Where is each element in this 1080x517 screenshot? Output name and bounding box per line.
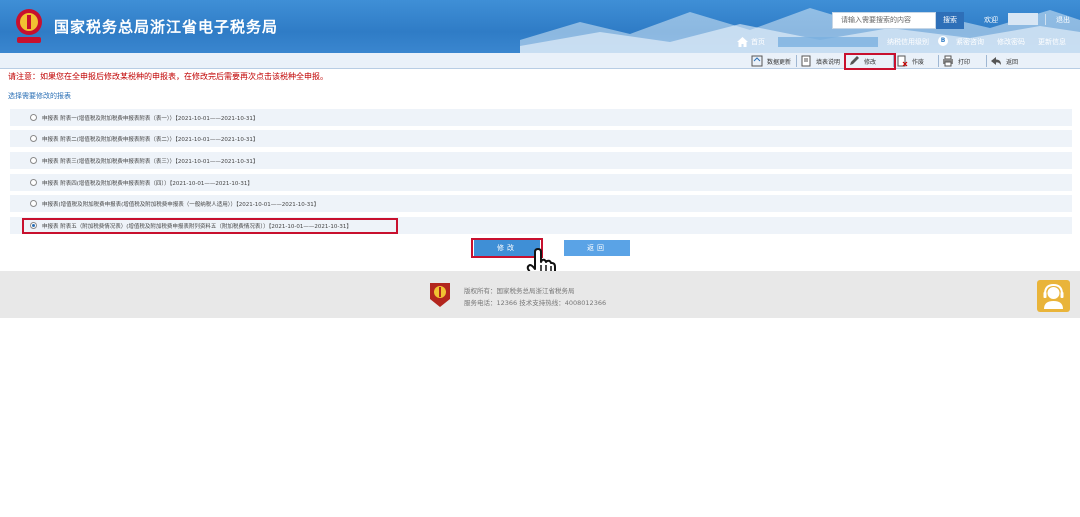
toolbar-void[interactable]: 作废 <box>896 54 924 68</box>
toolbar-label: 作废 <box>912 58 925 66</box>
footer-copyright: 版权所有：国家税务总局浙江省税务局 <box>464 287 575 295</box>
toolbar-label: 填表说明 <box>816 58 841 66</box>
report-row[interactable]: 申报表 附表二(增值税及附加税费申报表附表（表二））【2021-10-01——2… <box>10 130 1072 147</box>
toolbar-back[interactable]: 返回 <box>990 54 1018 68</box>
report-label: 申报表(增值税及附加税费申报表(增值税及附加税费申报表（一般纳税人适用））【20… <box>42 201 320 208</box>
header-banner: 国家税务总局浙江省电子税务局 请输入需要搜索的内容 搜索 欢迎 退出 首页 纳税… <box>0 0 1080 53</box>
search-input[interactable]: 请输入需要搜索的内容 <box>832 12 936 29</box>
footer-service-phone: 服务电话：12366 技术支持热线：4008012366 <box>464 299 607 307</box>
data-update-icon <box>751 55 763 67</box>
search-button[interactable]: 搜索 <box>936 12 964 29</box>
username-redacted <box>1008 13 1038 25</box>
report-radio[interactable] <box>30 114 37 121</box>
report-radio[interactable] <box>30 135 37 142</box>
document-icon <box>801 55 811 67</box>
report-label: 申报表 附表一(增值税及附加税费申报表附表（表一））【2021-10-01——2… <box>42 115 259 122</box>
report-row[interactable]: 申报表 附表一(增值税及附加税费申报表附表（表一））【2021-10-01——2… <box>10 109 1072 126</box>
toolbar-divider <box>938 55 939 67</box>
void-document-icon <box>897 55 908 67</box>
toolbar-label: 打印 <box>958 58 971 66</box>
header-divider <box>1045 14 1046 25</box>
welcome-text: 欢迎 <box>984 16 998 24</box>
modify-tool-highlight <box>844 53 896 70</box>
customer-service-icon[interactable] <box>1037 280 1070 312</box>
report-label: 申报表 附表四(增值税及附加税费申报表附表（四））【2021-10-01——20… <box>42 180 253 187</box>
headset-icon <box>1043 283 1064 309</box>
back-arrow-icon <box>991 57 1001 65</box>
report-radio[interactable] <box>30 179 37 186</box>
toolbar-fill-guide[interactable]: 填表说明 <box>800 54 840 68</box>
report-label: 申报表 附表三(增值税及附加税费申报表附表（表三））【2021-10-01——2… <box>42 158 259 165</box>
toolbar-divider <box>796 55 797 67</box>
nav-link-consult[interactable]: 紧密咨询 <box>956 37 984 47</box>
toolbar-divider <box>986 55 987 67</box>
report-row[interactable]: 申报表 附表三(增值税及附加税费申报表附表（表三））【2021-10-01——2… <box>10 152 1072 169</box>
report-row[interactable]: 申报表(增值税及附加税费申报表(增值税及附加税费申报表（一般纳税人适用））【20… <box>10 195 1072 212</box>
printer-icon <box>943 55 953 67</box>
tax-badge-icon <box>430 283 450 307</box>
home-icon <box>737 37 748 47</box>
toolbar-data-update[interactable]: 数据更新 <box>751 54 791 68</box>
toolbar-print[interactable]: 打印 <box>942 54 970 68</box>
nav-home-link[interactable]: 首页 <box>751 37 765 47</box>
nav-credit-level[interactable]: 纳税信用级别 <box>887 37 929 47</box>
nav-link-update-info[interactable]: 更新信息 <box>1038 37 1066 47</box>
logout-link[interactable]: 退出 <box>1056 15 1070 25</box>
toolbar-label: 数据更新 <box>767 58 792 66</box>
report-label: 申报表 附表二(增值税及附加税费申报表附表（表二））【2021-10-01——2… <box>42 136 259 143</box>
credit-level-badge: B <box>938 36 948 46</box>
back-button[interactable]: 返回 <box>564 240 630 256</box>
selected-row-highlight <box>22 218 398 234</box>
top-nav: 首页 纳税信用级别 B 紧密咨询 修改密码 更新信息 <box>0 33 1080 53</box>
notice-text: 请注意：如果您在全申报后修改某税种的申报表，在修改完后需要再次点击该税种全申报。 <box>8 72 328 81</box>
nav-link-change-password[interactable]: 修改密码 <box>997 37 1025 47</box>
section-title: 选择需要修改的报表 <box>8 92 71 100</box>
action-toolbar: 数据更新 填表说明 修改 作废 打印 返回 <box>0 53 1080 69</box>
report-radio[interactable] <box>30 157 37 164</box>
report-row[interactable]: 申报表 附表四(增值税及附加税费申报表附表（四））【2021-10-01——20… <box>10 174 1072 191</box>
page-root: 国家税务总局浙江省电子税务局 请输入需要搜索的内容 搜索 欢迎 退出 首页 纳税… <box>0 0 1080 517</box>
report-radio[interactable] <box>30 200 37 207</box>
nav-redacted <box>778 37 878 47</box>
toolbar-label: 返回 <box>1006 58 1019 66</box>
